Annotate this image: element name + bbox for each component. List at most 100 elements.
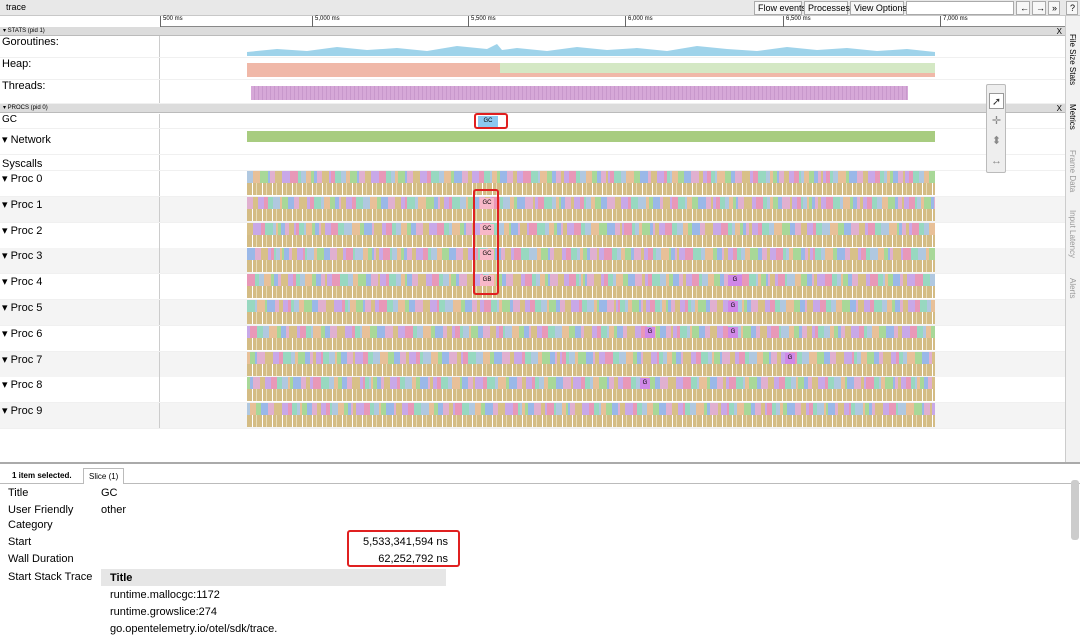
proc-track[interactable] (247, 248, 935, 273)
tool-palette: ➚ ✛ ⬍ ↔ (986, 84, 1006, 173)
ruler-tick: 6,000 ms (625, 16, 653, 27)
pointer-icon[interactable]: ➚ (989, 93, 1004, 109)
heap-label: Heap: (0, 58, 160, 79)
ruler-tick: 5,000 ms (312, 16, 340, 27)
procs-header-label: ▾ PROCS (pid 0) (3, 105, 48, 111)
tab-slice[interactable]: Slice (1) (83, 468, 125, 484)
ruler-tick: 500 ms (160, 16, 183, 27)
proc-track[interactable] (247, 222, 935, 247)
side-tabs: File Size Stats Metrics Frame Data Input… (1065, 16, 1080, 462)
stack-trace-label: Start Stack Trace (8, 571, 93, 583)
stack-frame[interactable]: go.opentelemetry.io/otel/sdk/trace. (110, 623, 277, 635)
network-row: ▾ Network (0, 129, 1065, 155)
proc-track[interactable] (247, 300, 935, 324)
proc-row: ▾ Proc 4 GB G (0, 274, 1065, 301)
title-value: GC (101, 487, 118, 499)
proc-row: ▾ Proc 0 (0, 171, 1065, 197)
ruler-tick: 5,500 ms (468, 16, 496, 27)
syscalls-row: Syscalls (0, 155, 1065, 171)
flow-events-button[interactable]: Flow events (754, 1, 806, 15)
gc-highlight (474, 113, 508, 129)
proc-label: ▾ Proc 9 (0, 403, 160, 429)
gc-row-label: GC (0, 114, 160, 128)
proc-label: ▾ Proc 5 (0, 300, 160, 325)
goroutines-label: Goroutines: (0, 36, 160, 57)
proc-row: ▾ Proc 8 G (0, 377, 1065, 404)
procs-section-header[interactable]: ▾ PROCS (pid 0) X (0, 104, 1065, 113)
syscalls-label: Syscalls (0, 155, 160, 170)
proc-gc-slice[interactable]: G (640, 378, 650, 390)
gc-row: GC GC (0, 114, 1065, 129)
proc-label: ▾ Proc 7 (0, 351, 160, 377)
proc-gc-slice[interactable]: G (728, 326, 738, 338)
ruler-tick: 7,000 ms (940, 16, 968, 27)
proc-label: ▾ Proc 1 (0, 196, 160, 222)
proc-gc-slice[interactable]: G (728, 301, 738, 312)
details-scrollbar[interactable] (1071, 480, 1079, 540)
proc-track[interactable] (247, 403, 935, 428)
side-tab-input-latency[interactable]: Input Latency (1068, 210, 1077, 258)
proc-label: ▾ Proc 3 (0, 248, 160, 274)
proc-row: ▾ Proc 2 GC (0, 222, 1065, 249)
proc-track[interactable] (247, 196, 935, 221)
app-title: trace (6, 2, 27, 12)
side-tab-metrics[interactable]: Metrics (1068, 104, 1077, 130)
heap-row: Heap: (0, 58, 1065, 80)
ruler-tick: 6,500 ms (783, 16, 811, 27)
proc-track[interactable] (247, 377, 935, 402)
proc-row: ▾ Proc 5 G (0, 300, 1065, 326)
network-track[interactable] (247, 131, 935, 142)
proc-label: ▾ Proc 2 (0, 222, 160, 248)
proc-label: ▾ Proc 0 (0, 171, 160, 196)
details-tabs: 1 item selected. Slice (1) (0, 468, 1080, 484)
proc-label: ▾ Proc 4 (0, 274, 160, 300)
forward-button[interactable]: → (1032, 1, 1046, 15)
pan-icon[interactable]: ✛ (989, 113, 1004, 129)
proc-row: ▾ Proc 1 GC (0, 196, 1065, 223)
stack-frame[interactable]: runtime.growslice:274 (110, 606, 217, 618)
wall-duration-label: Wall Duration (8, 553, 74, 565)
threads-row: Threads: (0, 80, 1065, 104)
close-icon[interactable]: X (1057, 27, 1062, 36)
more-button[interactable]: » (1048, 1, 1060, 15)
search-input[interactable] (906, 1, 1014, 15)
timing-icon[interactable]: ↔ (989, 153, 1004, 169)
category-label-line1: User Friendly (8, 504, 74, 516)
proc-gc-slice[interactable]: G (728, 275, 742, 287)
help-button[interactable]: ? (1066, 1, 1078, 15)
threads-chart[interactable] (251, 86, 908, 100)
side-tab-frame-data[interactable]: Frame Data (1068, 150, 1077, 192)
value-highlight (347, 530, 460, 567)
network-label: ▾ Network (0, 129, 160, 154)
proc-gc-slice[interactable]: G (785, 352, 795, 364)
proc-track[interactable] (247, 274, 935, 299)
side-tab-file-size-stats[interactable]: File Size Stats (1068, 34, 1077, 85)
title-label: Title (8, 487, 29, 499)
proc-label: ▾ Proc 6 (0, 325, 160, 351)
proc-gc-slice[interactable]: G (645, 326, 655, 338)
view-options-button[interactable]: View Options (850, 1, 907, 15)
time-ruler[interactable]: 500 ms 5,000 ms 5,500 ms 6,000 ms 6,500 … (160, 16, 1065, 27)
proc-track[interactable] (247, 351, 935, 376)
close-icon[interactable]: X (1057, 104, 1062, 113)
category-value: other (101, 504, 127, 516)
proc-row: ▾ Proc 3 GC (0, 248, 1065, 275)
category-label-line2: Category (8, 519, 53, 531)
heap-chart[interactable] (247, 63, 935, 77)
proc-label: ▾ Proc 8 (0, 377, 160, 403)
side-tab-alerts[interactable]: Alerts (1068, 278, 1077, 298)
stats-section-header[interactable]: ▾ STATS (pid 1) X (0, 27, 1065, 36)
proc-gc-highlight (473, 189, 499, 295)
proc-track[interactable] (247, 171, 935, 195)
proc-track[interactable] (247, 325, 935, 350)
selection-count: 1 item selected. (12, 471, 72, 480)
goroutines-row: Goroutines: (0, 36, 1065, 58)
start-label: Start (8, 536, 32, 548)
top-toolbar: trace Flow events Processes View Options… (0, 0, 1080, 16)
stack-frame[interactable]: runtime.mallocgc:1172 (110, 589, 220, 601)
proc-row: ▾ Proc 7 G (0, 351, 1065, 378)
processes-button[interactable]: Processes (804, 1, 850, 15)
zoom-icon[interactable]: ⬍ (989, 133, 1004, 149)
back-button[interactable]: ← (1016, 1, 1030, 15)
goroutines-chart[interactable] (247, 40, 935, 56)
